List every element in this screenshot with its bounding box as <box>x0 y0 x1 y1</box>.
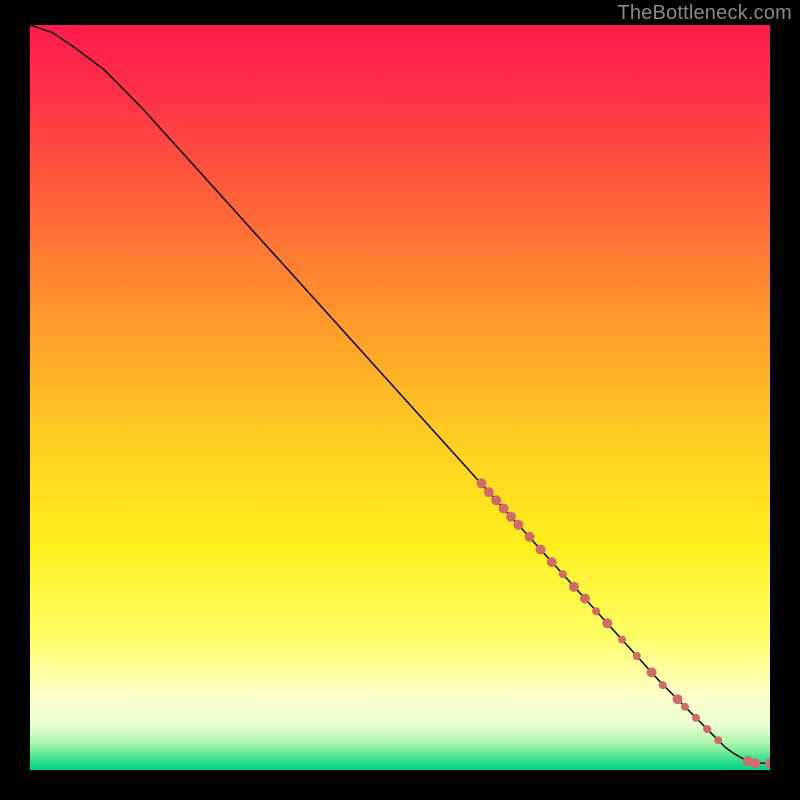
data-marker <box>602 618 612 628</box>
data-marker <box>714 736 722 744</box>
data-marker <box>659 681 667 689</box>
data-marker <box>559 570 567 578</box>
data-marker <box>618 636 626 644</box>
data-marker <box>547 557 557 567</box>
data-marker <box>499 504 509 514</box>
data-marker <box>536 545 546 555</box>
data-marker <box>484 487 494 497</box>
data-marker <box>750 758 760 768</box>
data-marker <box>681 703 689 711</box>
data-marker <box>633 652 641 660</box>
data-marker <box>491 495 501 505</box>
data-marker <box>692 714 700 722</box>
data-marker <box>513 520 523 530</box>
plot-area <box>30 25 770 770</box>
data-marker <box>525 532 535 542</box>
data-marker <box>647 667 657 677</box>
watermark-text: TheBottleneck.com <box>617 2 792 25</box>
data-marker <box>580 594 590 604</box>
gradient-background <box>30 25 770 770</box>
data-marker <box>506 512 516 522</box>
data-marker <box>703 725 711 733</box>
data-marker <box>569 582 579 592</box>
data-marker <box>592 607 600 615</box>
data-marker <box>673 694 683 704</box>
data-marker <box>476 478 486 488</box>
chart-frame: TheBottleneck.com <box>0 0 800 800</box>
chart-svg <box>30 25 770 770</box>
